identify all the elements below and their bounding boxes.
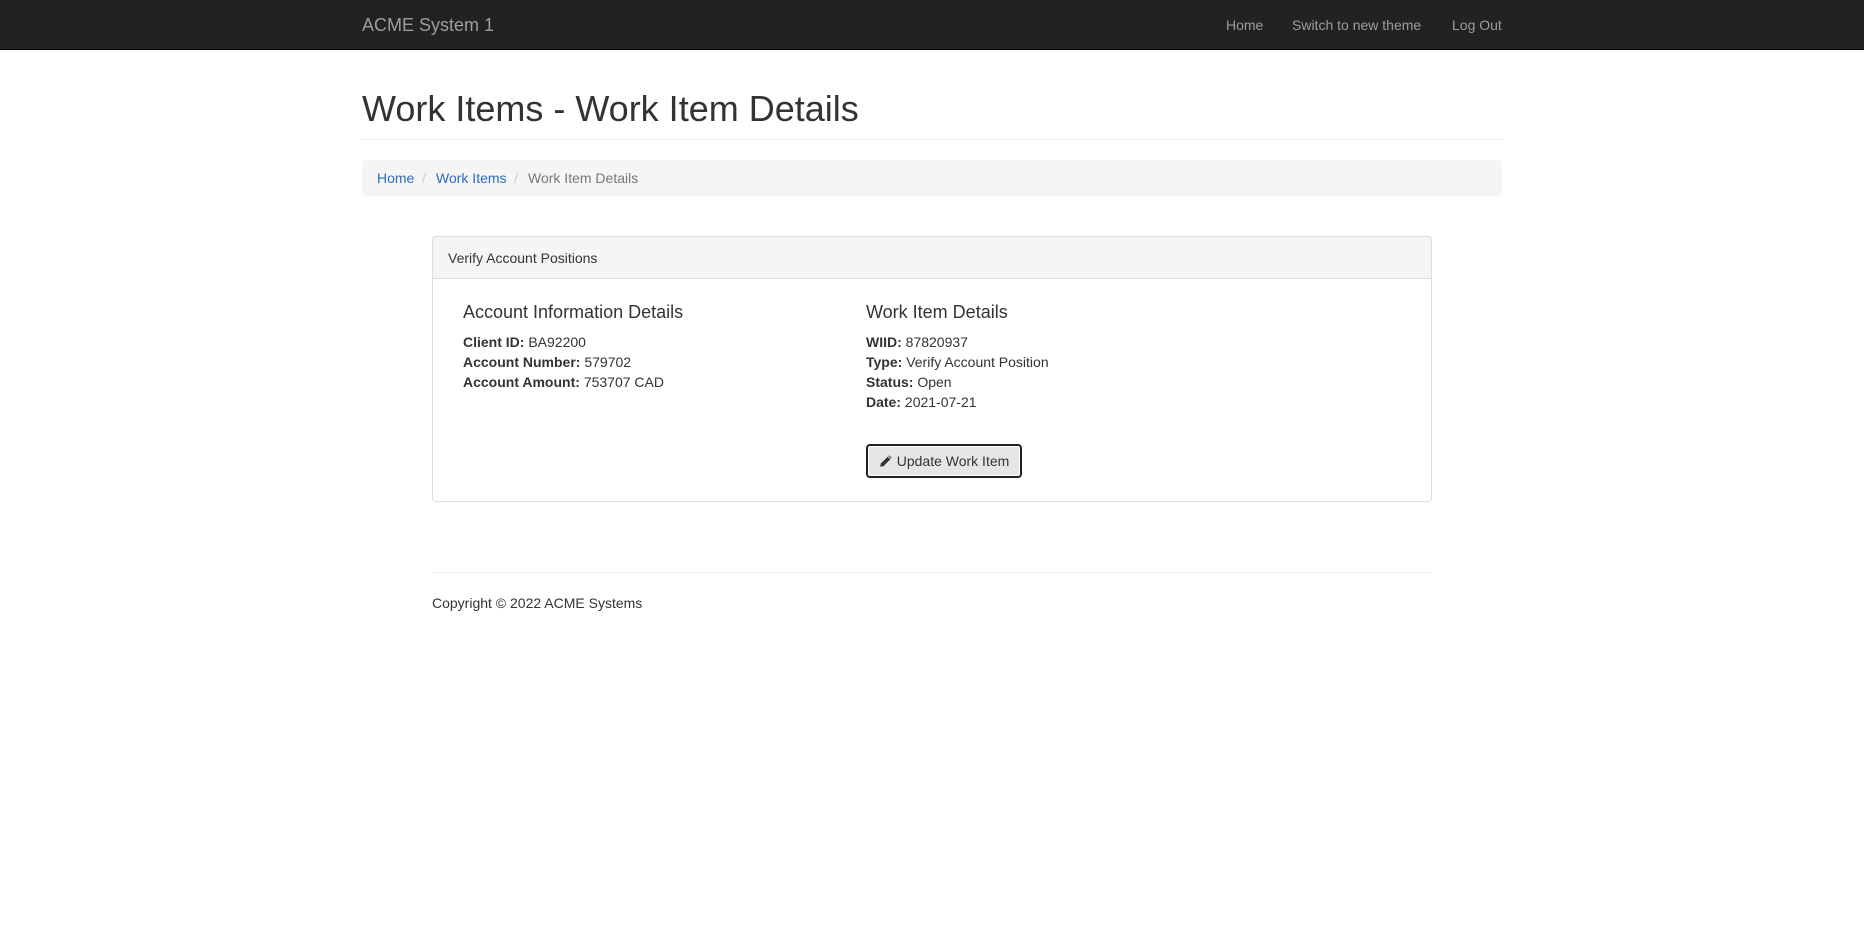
status-field: Status: Open [866, 373, 952, 391]
account-section-title: Account Information Details [463, 302, 684, 322]
field-label: Client ID: [463, 334, 525, 350]
account-amount-field: Account Amount: 753707 CAD [463, 373, 664, 391]
work-item-panel: Verify Account Positions Account Informa… [432, 236, 1432, 502]
field-value: BA92200 [528, 334, 586, 350]
panel-heading: Verify Account Positions [433, 237, 1431, 279]
field-label: Type: [866, 354, 903, 370]
page-title: Work Items - Work Item Details [362, 88, 859, 129]
date-field: Date: 2021-07-21 [866, 393, 977, 411]
top-navbar: ACME System 1 Home Switch to new theme L… [0, 0, 1864, 50]
field-value: 87820937 [905, 334, 968, 350]
client-id-field: Client ID: BA92200 [463, 333, 586, 351]
field-label: Account Amount: [463, 374, 580, 390]
nav-logout-link[interactable]: Log Out [1452, 16, 1502, 34]
field-label: Status: [866, 374, 914, 390]
work-item-section-title: Work Item Details [866, 302, 1008, 322]
field-label: Account Number: [463, 354, 581, 370]
breadcrumb: Home / Work Items / Work Item Details [362, 160, 1502, 196]
breadcrumb-home-link[interactable]: Home [377, 169, 414, 187]
field-value: 579702 [584, 354, 632, 370]
type-field: Type: Verify Account Position [866, 353, 1049, 371]
field-value: Open [917, 374, 952, 390]
field-value: 753707 CAD [583, 374, 664, 390]
footer-divider [432, 572, 1432, 573]
panel-title: Verify Account Positions [448, 250, 598, 266]
brand-link[interactable]: ACME System 1 [362, 14, 494, 36]
field-label: Date: [866, 394, 902, 410]
page-header: Work Items - Work Item Details [362, 86, 1502, 140]
field-label: WIID: [866, 334, 902, 350]
update-work-item-button[interactable]: Update Work Item [866, 444, 1022, 478]
nav-home-link[interactable]: Home [1226, 16, 1263, 34]
breadcrumb-current: Work Item Details [528, 170, 639, 186]
field-value: 2021-07-21 [904, 394, 977, 410]
pencil-icon [880, 455, 892, 467]
account-number-field: Account Number: 579702 [463, 353, 631, 371]
footer-copyright: Copyright © 2022 ACME Systems [432, 595, 643, 611]
field-value: Verify Account Position [906, 354, 1049, 370]
nav-switch-theme-link[interactable]: Switch to new theme [1292, 16, 1421, 34]
breadcrumb-separator: / [514, 170, 518, 186]
breadcrumb-work-items-link[interactable]: Work Items [436, 169, 507, 187]
wiid-field: WIID: 87820937 [866, 333, 968, 351]
update-work-item-label: Update Work Item [896, 453, 1010, 469]
breadcrumb-separator: / [422, 170, 426, 186]
